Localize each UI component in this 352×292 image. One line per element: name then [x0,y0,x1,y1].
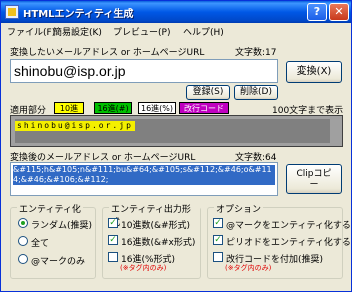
input-label: 変換したいメールアドレス or ホームページURL [10,48,205,58]
entity-group-title: エンティティ化 [17,202,83,215]
hex-entity-label: 16進数(&#x形式) [121,238,196,248]
app-icon [5,5,19,19]
newline-checkbox[interactable] [213,252,223,262]
format-note: (※タグ内のみ) [120,264,167,272]
tag-hex-percent: 16進(%) [138,102,176,114]
hex-percent-checkbox[interactable] [108,252,118,262]
format-group: エンティティ出力形式 ✓ 10進数(&#形式) ✓ 16進数(&#x形式) 16… [102,202,201,279]
convert-button[interactable]: 変換(X) [286,61,342,83]
output-textarea[interactable]: &#115;h&#105;n&#111;bu&#64;&#105;s&#112;… [10,162,278,196]
random-radio[interactable] [18,218,28,228]
preview-area: shinobu@isp.or.jp [15,119,330,143]
at-only-label: @マークのみ [31,257,86,267]
at-entity-label: @マークをエンティティ化する [226,221,351,231]
menu-quick-settings[interactable]: 簡易設定(K) [53,25,102,38]
clip-copy-label-line2: ー [309,180,319,190]
help-caption-button[interactable]: ? [307,3,327,21]
at-only-radio[interactable] [18,254,28,264]
address-input-value: shinobu@isp.or.jp [14,63,126,79]
title-bar[interactable]: HTMLエンティティ生成 ? ✕ [1,1,351,23]
options-group: オプション ✓ @マークをエンティティ化する ✓ ピリオドをエンティティ化する … [207,202,351,279]
clip-copy-button[interactable]: Clipコピ ー [286,164,342,194]
decimal-checkbox[interactable]: ✓ [108,218,118,228]
clip-copy-label-line1: Clipコピ [296,169,332,179]
period-entity-label: ピリオドをエンティティ化する [226,238,351,248]
close-button[interactable]: ✕ [329,3,349,21]
register-button[interactable]: 登録(S) [186,85,230,100]
at-entity-checkbox[interactable]: ✓ [213,218,223,228]
tag-decimal: 10進 [54,102,84,114]
hex-entity-checkbox[interactable]: ✓ [108,235,118,245]
random-label: ランダム(推奨) [31,221,93,231]
preview-panel: shinobu@isp.or.jp [10,115,343,147]
output-textarea-value: &#115;h&#105;n&#111;bu&#64;&#105;s&#112;… [13,165,275,185]
menu-help[interactable]: ヘルプ(H) [183,25,224,38]
delete-button[interactable]: 削除(D) [234,85,278,100]
entity-group: エンティティ化 ランダム(推奨) 全て @マークのみ [10,202,96,279]
preview-text: shinobu@isp.or.jp [15,121,135,131]
menu-file[interactable]: ファイル(F) [7,25,55,38]
menu-preview[interactable]: プレビュー(P) [113,25,170,38]
all-label: 全て [31,239,50,249]
menu-bar: ファイル(F) 簡易設定(K) プレビュー(P) ヘルプ(H) [1,23,351,39]
all-radio[interactable] [18,236,28,246]
decimal-label: 10進数(&#形式) [121,221,191,231]
main-window: HTMLエンティティ生成 ? ✕ ファイル(F) 簡易設定(K) プレビュー(P… [0,0,352,292]
tag-newline: 改行コード [179,102,229,114]
input-char-count: 文字数:17 [235,48,277,58]
address-input[interactable]: shinobu@isp.or.jp [10,59,278,83]
options-group-title: オプション [214,202,264,215]
window-title: HTMLエンティティ生成 [23,9,134,20]
period-entity-checkbox[interactable]: ✓ [213,235,223,245]
tag-hex-entity: 16進(#) [94,102,132,114]
options-note: (※タグ内のみ) [225,264,272,272]
